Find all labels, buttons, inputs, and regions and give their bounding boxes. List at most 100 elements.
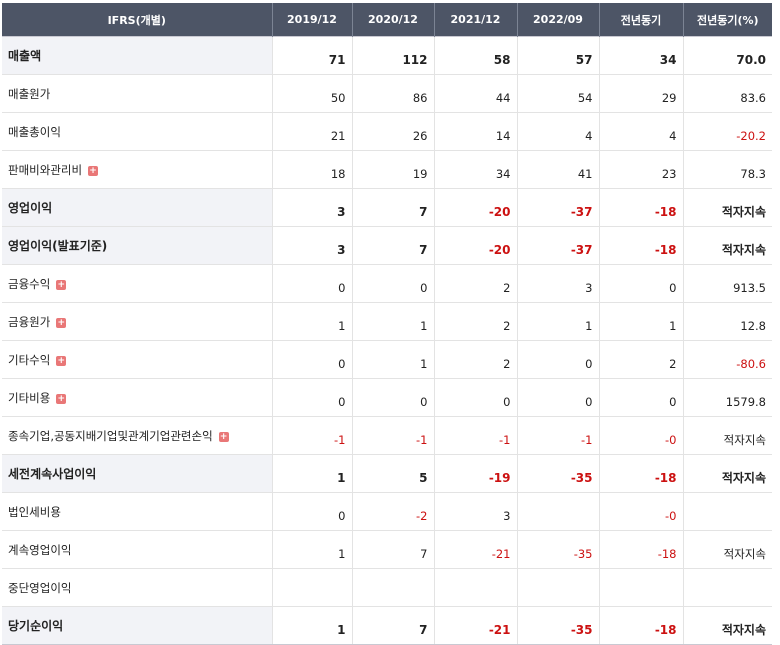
row-label-text: 영업이익: [8, 201, 53, 215]
row-value: -1: [352, 416, 435, 455]
plus-icon[interactable]: +: [56, 317, 67, 328]
row-value: [517, 492, 600, 531]
row-value: -20.2: [683, 112, 772, 151]
row-label[interactable]: 금융수익 +: [2, 264, 273, 303]
row-value: 54: [517, 74, 600, 113]
row-value: [272, 568, 353, 607]
plus-icon[interactable]: +: [56, 279, 67, 290]
row-label-text: 매출액: [8, 49, 42, 63]
row-value: 1: [352, 340, 435, 379]
row-value: [517, 568, 600, 607]
row-value: -1: [272, 416, 353, 455]
row-value: -18: [599, 606, 684, 645]
row-label[interactable]: 기타수익 +: [2, 340, 273, 379]
row-value: 7: [352, 606, 435, 645]
plus-icon[interactable]: +: [56, 355, 67, 366]
table-row: 매출총이익 21 26 14 4 4 -20.2: [2, 112, 772, 151]
row-value: 1: [272, 530, 353, 569]
row-value: -0: [599, 416, 684, 455]
row-value: 58: [434, 36, 518, 75]
header-yoy: 전년동기: [599, 3, 684, 37]
row-value: 0: [599, 378, 684, 417]
table-row: 매출액 71 112 58 57 34 70.0: [2, 36, 772, 75]
table-row: 금융원가 +1 1 2 1 1 12.8: [2, 302, 772, 341]
row-label-text: 기타비용: [8, 390, 51, 405]
row-label-text: 금융원가: [8, 314, 51, 329]
table-row: 금융수익 +0 0 2 3 0 913.5: [2, 264, 772, 303]
row-label-text: 매출원가: [8, 86, 51, 101]
row-value: 0: [352, 264, 435, 303]
row-label-text: 금융수익: [8, 276, 51, 291]
row-value: 2: [434, 340, 518, 379]
header-yoy-pct: 전년동기(%): [683, 3, 772, 37]
row-value: [683, 568, 772, 607]
row-label: 영업이익(발표기준): [2, 226, 273, 265]
row-value: 2: [599, 340, 684, 379]
row-value: 21: [272, 112, 353, 151]
row-label[interactable]: 종속기업,공동지배기업및관계기업관련손익 +: [2, 416, 273, 455]
row-value: 78.3: [683, 150, 772, 189]
plus-icon[interactable]: +: [56, 393, 67, 404]
row-label-text: 당기순이익: [8, 619, 64, 633]
row-value: -35: [517, 530, 600, 569]
row-value: 적자지속: [683, 606, 772, 645]
plus-icon[interactable]: +: [218, 431, 229, 442]
row-label-text: 기타수익: [8, 352, 51, 367]
row-label: 당기순이익: [2, 606, 273, 645]
row-value: 2: [434, 302, 518, 341]
row-label[interactable]: 판매비와관리비 +: [2, 150, 273, 189]
row-value: -80.6: [683, 340, 772, 379]
row-label: 매출원가: [2, 74, 273, 113]
row-value: 적자지속: [683, 226, 772, 265]
row-value: -1: [434, 416, 518, 455]
row-value: 26: [352, 112, 435, 151]
row-value: -18: [599, 226, 684, 265]
row-label: 매출총이익: [2, 112, 273, 151]
row-value: 2: [434, 264, 518, 303]
row-label: 계속영업이익: [2, 530, 273, 569]
row-value: 3: [272, 226, 353, 265]
row-value: -18: [599, 188, 684, 227]
row-value: -37: [517, 188, 600, 227]
row-value: 7: [352, 188, 435, 227]
row-value: 0: [599, 264, 684, 303]
row-value: 3: [272, 188, 353, 227]
plus-icon[interactable]: +: [88, 165, 99, 176]
row-value: 14: [434, 112, 518, 151]
row-value: [352, 568, 435, 607]
header-2019-12: 2019/12: [272, 3, 353, 37]
row-value: 50: [272, 74, 353, 113]
row-value: -35: [517, 454, 600, 493]
row-value: 7: [352, 226, 435, 265]
row-value: 1579.8: [683, 378, 772, 417]
table-row: 세전계속사업이익 1 5 -19 -35 -18 적자지속: [2, 454, 772, 493]
row-value: 1: [352, 302, 435, 341]
row-label-text: 판매비와관리비: [8, 162, 83, 177]
row-label-text: 종속기업,공동지배기업및관계기업관련손익: [8, 428, 213, 443]
row-value: 1: [272, 302, 353, 341]
row-value: -18: [599, 454, 684, 493]
table-row: 영업이익 3 7 -20 -37 -18 적자지속: [2, 188, 772, 227]
row-value: 0: [434, 378, 518, 417]
row-value: 적자지속: [683, 416, 772, 455]
row-value: 3: [434, 492, 518, 531]
row-value: 적자지속: [683, 454, 772, 493]
row-value: 19: [352, 150, 435, 189]
header-2022-09: 2022/09: [517, 3, 600, 37]
row-value: 1: [272, 606, 353, 645]
row-value: 41: [517, 150, 600, 189]
row-label[interactable]: 기타비용 +: [2, 378, 273, 417]
row-value: 0: [272, 264, 353, 303]
header-2020-12: 2020/12: [352, 3, 435, 37]
row-value: 112: [352, 36, 435, 75]
table-row: 계속영업이익 1 7 -21 -35 -18 적자지속: [2, 530, 772, 569]
table-row: 판매비와관리비 +18 19 34 41 23 78.3: [2, 150, 772, 189]
row-label-text: 중단영업이익: [8, 580, 72, 595]
row-value: -1: [517, 416, 600, 455]
row-value: -21: [434, 530, 518, 569]
row-label[interactable]: 금융원가 +: [2, 302, 273, 341]
row-value: 1: [517, 302, 600, 341]
row-value: 18: [272, 150, 353, 189]
row-value: 0: [517, 340, 600, 379]
table-row: 법인세비용 0 -2 3 -0: [2, 492, 772, 531]
